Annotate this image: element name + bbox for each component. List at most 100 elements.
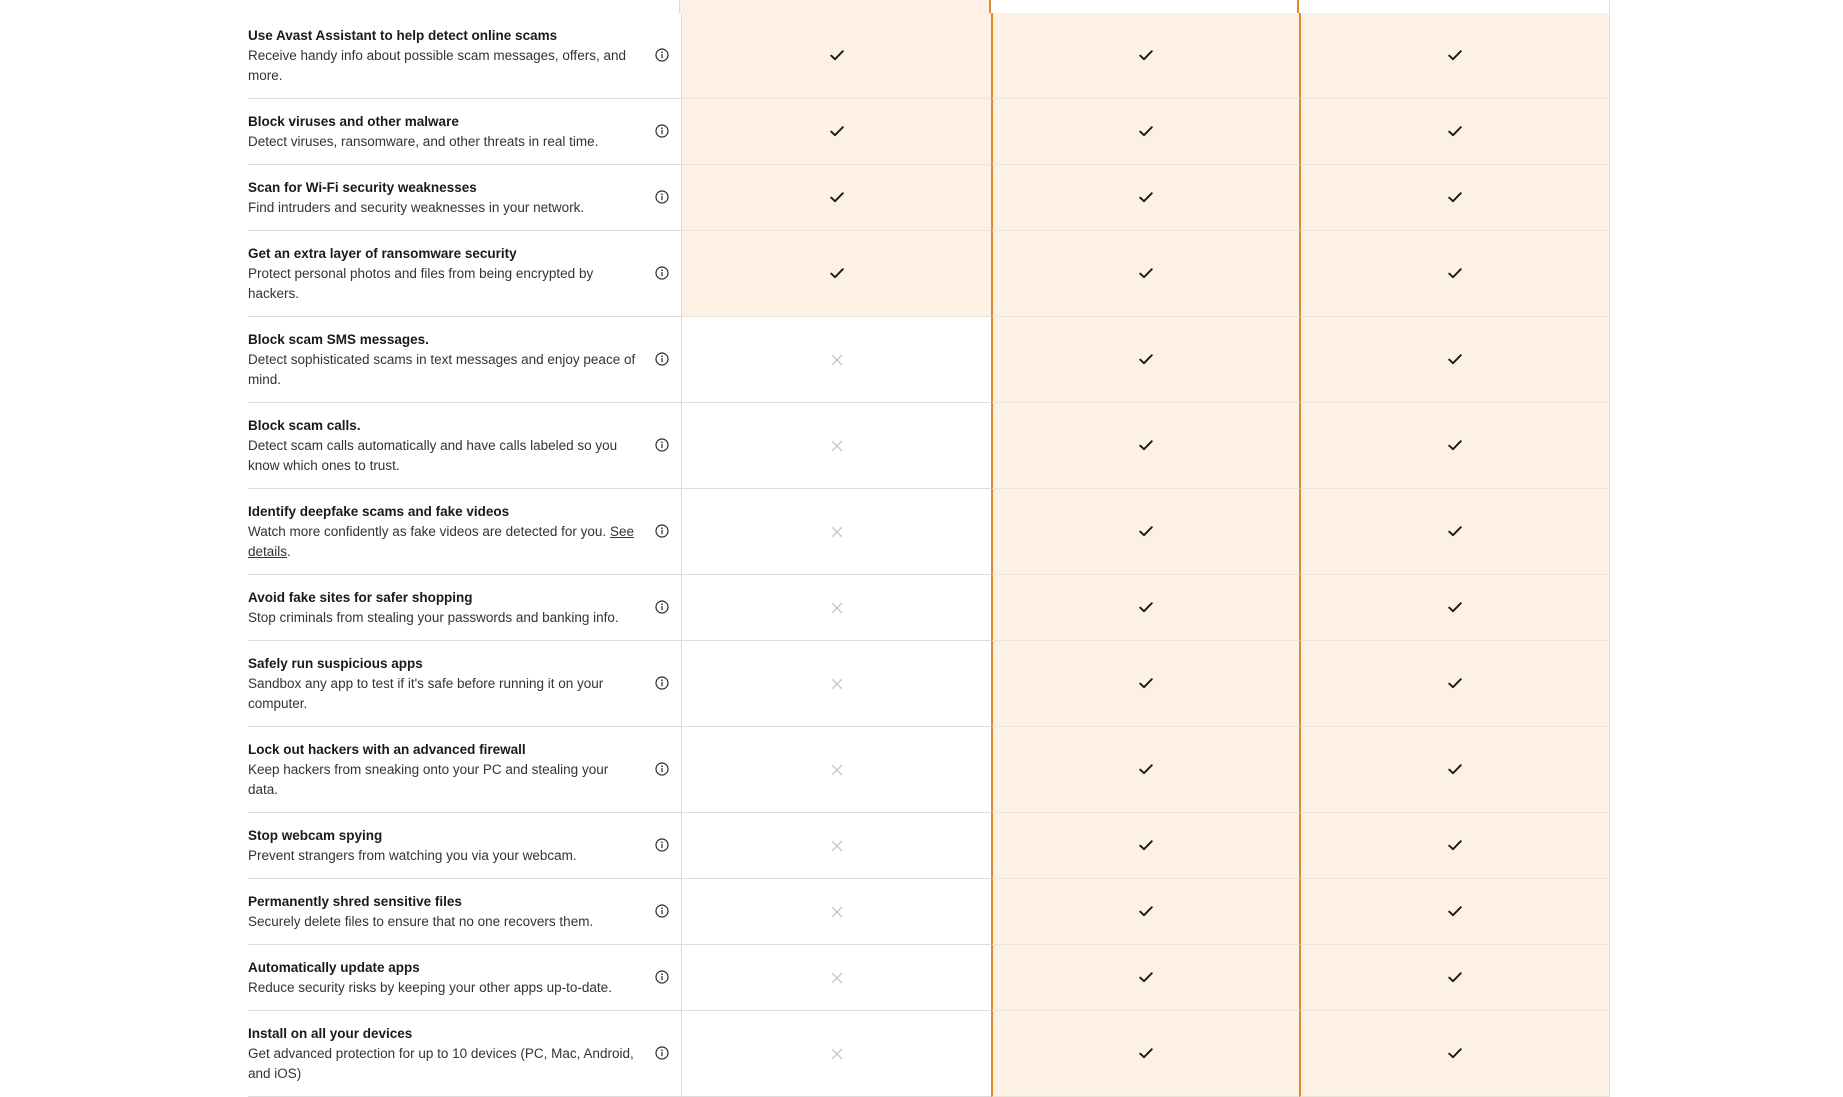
info-circle-icon[interactable] xyxy=(655,437,669,452)
info-circle-icon[interactable] xyxy=(655,351,669,366)
plan-cell-2 xyxy=(991,1011,1299,1097)
feature-description: Keep hackers from sneaking onto your PC … xyxy=(248,760,638,800)
feature-cell: Block viruses and other malware Detect v… xyxy=(248,99,681,165)
feature-text: Safely run suspicious apps Sandbox any a… xyxy=(248,641,638,726)
plan-cell-1 xyxy=(681,13,991,99)
check-icon xyxy=(1139,50,1153,61)
feature-title: Automatically update apps xyxy=(248,960,420,975)
feature-text: Lock out hackers with an advanced firewa… xyxy=(248,727,638,812)
check-icon xyxy=(829,192,844,203)
feature-cell: Install on all your devices Get advanced… xyxy=(248,1011,681,1097)
plan-cell-3 xyxy=(1299,99,1610,165)
plan-cell-2 xyxy=(991,879,1299,945)
info-circle-icon[interactable] xyxy=(655,969,669,984)
cross-icon xyxy=(831,678,843,690)
feature-description-text: Get advanced protection for up to 10 dev… xyxy=(248,1046,634,1081)
feature-cell: Lock out hackers with an advanced firewa… xyxy=(248,727,681,813)
feature-title: Block viruses and other malware xyxy=(248,114,459,129)
check-icon xyxy=(1448,764,1462,775)
feature-text: Identify deepfake scams and fake videos … xyxy=(248,489,638,574)
check-icon xyxy=(1448,50,1462,61)
plan-cell-3 xyxy=(1299,641,1610,727)
plan-cell-3 xyxy=(1299,813,1610,879)
cross-icon xyxy=(831,354,843,366)
info-circle-icon[interactable] xyxy=(655,837,669,852)
feature-cell: Permanently shred sensitive files Secure… xyxy=(248,879,681,945)
plan-cell-1 xyxy=(681,165,991,231)
feature-cell: Block scam SMS messages. Detect sophisti… xyxy=(248,317,681,403)
feature-description: Stop criminals from stealing your passwo… xyxy=(248,608,638,628)
info-circle-icon[interactable] xyxy=(655,47,669,62)
table-row-14: Install on all your devices Get advanced… xyxy=(248,1011,1610,1097)
table-row-3: Scan for Wi-Fi security weaknesses Find … xyxy=(248,165,1610,231)
feature-description: Detect viruses, ransomware, and other th… xyxy=(248,132,638,152)
info-circle-icon[interactable] xyxy=(655,903,669,918)
feature-title: Scan for Wi-Fi security weaknesses xyxy=(248,180,477,195)
plan-cell-1 xyxy=(681,99,991,165)
feature-cell: Identify deepfake scams and fake videos … xyxy=(248,489,681,575)
check-icon xyxy=(1448,268,1462,279)
cross-icon xyxy=(831,440,843,452)
info-circle-icon[interactable] xyxy=(655,123,669,138)
table-row-1: Use Avast Assistant to help detect onlin… xyxy=(248,13,1610,99)
check-icon xyxy=(1448,1048,1462,1059)
feature-description-text: Protect personal photos and files from b… xyxy=(248,266,594,301)
check-icon xyxy=(1139,192,1153,203)
check-icon xyxy=(829,50,844,61)
info-circle-icon[interactable] xyxy=(655,189,669,204)
table-row-7: Identify deepfake scams and fake videos … xyxy=(248,489,1610,575)
plan-cell-2 xyxy=(991,165,1299,231)
plan-cell-1 xyxy=(681,879,991,945)
feature-description: Watch more confidently as fake videos ar… xyxy=(248,522,638,562)
feature-description-text: Securely delete files to ensure that no … xyxy=(248,914,594,929)
info-circle-icon[interactable] xyxy=(655,1045,669,1060)
feature-text: Scan for Wi-Fi security weaknesses Find … xyxy=(248,165,638,230)
check-icon xyxy=(1448,906,1462,917)
cross-icon xyxy=(831,840,843,852)
feature-text: Automatically update apps Reduce securit… xyxy=(248,945,638,1010)
plan-cell-2 xyxy=(991,231,1299,317)
feature-description: Protect personal photos and files from b… xyxy=(248,264,638,304)
info-circle-icon[interactable] xyxy=(655,265,669,280)
cross-icon xyxy=(831,972,843,984)
check-icon xyxy=(1448,840,1462,851)
check-icon xyxy=(829,126,844,137)
info-circle-icon[interactable] xyxy=(655,523,669,538)
plan-cell-2 xyxy=(991,575,1299,641)
info-circle-icon[interactable] xyxy=(655,675,669,690)
plan-cell-1 xyxy=(681,813,991,879)
feature-title: Use Avast Assistant to help detect onlin… xyxy=(248,28,558,43)
check-icon xyxy=(1448,126,1462,137)
table-top-spacer xyxy=(248,0,1610,13)
feature-description-text: Sandbox any app to test if it's safe bef… xyxy=(248,676,604,711)
plan-cell-3 xyxy=(1299,317,1610,403)
feature-description: Detect scam calls automatically and have… xyxy=(248,436,638,476)
feature-cell: Block scam calls. Detect scam calls auto… xyxy=(248,403,681,489)
plan-cell-3 xyxy=(1299,489,1610,575)
plan-cell-1 xyxy=(681,945,991,1011)
feature-title: Avoid fake sites for safer shopping xyxy=(248,590,473,605)
check-icon xyxy=(1139,354,1153,365)
plan-cell-1 xyxy=(681,489,991,575)
table-row-11: Stop webcam spying Prevent strangers fro… xyxy=(248,813,1610,879)
cross-icon xyxy=(831,602,843,614)
plan-cell-2 xyxy=(991,13,1299,99)
feature-description-text: Detect sophisticated scams in text messa… xyxy=(248,352,636,387)
plan-cell-3 xyxy=(1299,575,1610,641)
check-icon xyxy=(1139,906,1153,917)
feature-cell: Automatically update apps Reduce securit… xyxy=(248,945,681,1011)
check-icon xyxy=(829,268,844,279)
feature-comparison-table: Use Avast Assistant to help detect onlin… xyxy=(248,0,1610,1097)
feature-description-text: Keep hackers from sneaking onto your PC … xyxy=(248,762,609,797)
check-icon xyxy=(1448,602,1462,613)
info-circle-icon[interactable] xyxy=(655,599,669,614)
feature-title: Block scam calls. xyxy=(248,418,361,433)
feature-cell: Use Avast Assistant to help detect onlin… xyxy=(248,13,681,99)
info-circle-icon[interactable] xyxy=(655,761,669,776)
feature-text: Block viruses and other malware Detect v… xyxy=(248,99,638,164)
plan-cell-1 xyxy=(681,575,991,641)
feature-description-text: Prevent strangers from watching you via … xyxy=(248,848,577,863)
feature-text: Avoid fake sites for safer shopping Stop… xyxy=(248,575,638,640)
feature-description-text: Receive handy info about possible scam m… xyxy=(248,48,626,83)
feature-description-text: Stop criminals from stealing your passwo… xyxy=(248,610,619,625)
